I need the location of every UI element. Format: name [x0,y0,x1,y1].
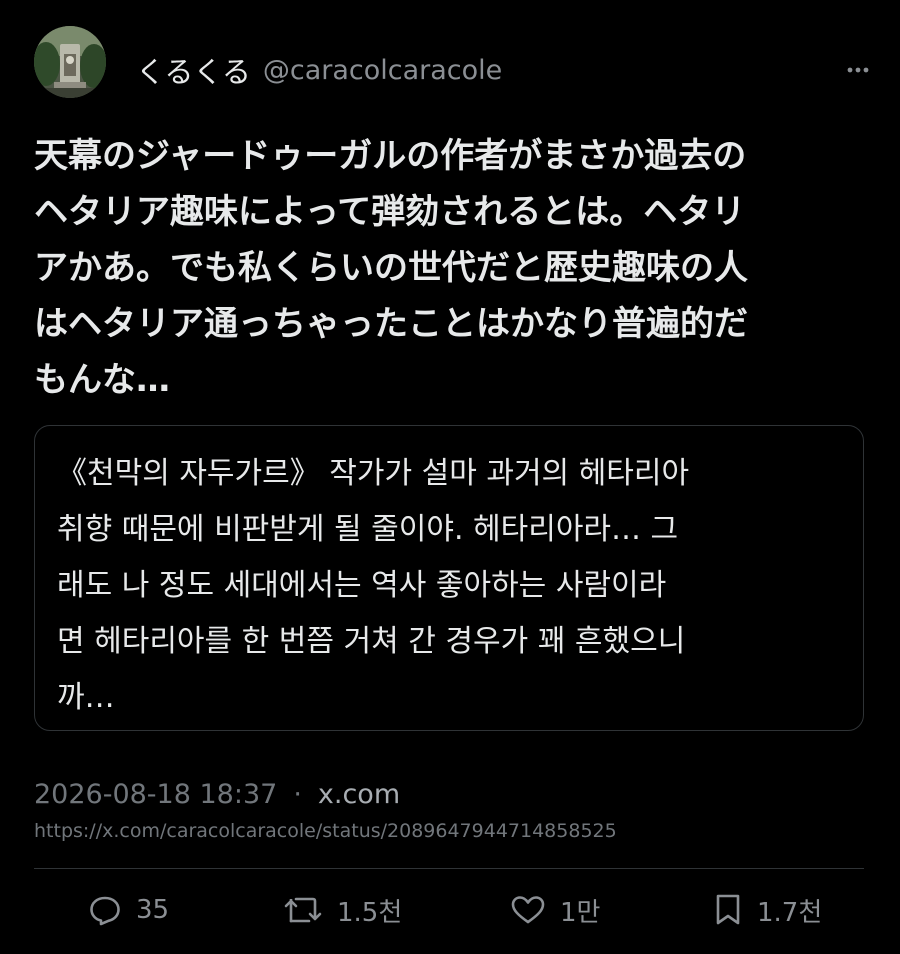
translation-text: 《천막의 자두가르》 작가가 설마 과거의 헤타리아 취향 때문에 비판받게 될… [57,456,690,715]
tweet-text: 天幕のジャードゥーガルの作者がまさか過去の ヘタリア趣味によって弾劾されるとは。… [34,136,748,400]
heart-icon [511,896,545,924]
divider [34,868,864,869]
display-name[interactable]: くるくる [136,49,251,91]
reply-count: 35 [136,895,170,925]
timestamp[interactable]: 2026-08-18 18:37 [34,779,277,810]
user-info: くるくる @caracolcaracole [136,48,502,92]
like-button[interactable]: 1만 [510,885,600,935]
bookmark-button[interactable]: 1.7천 [713,885,822,935]
source-domain[interactable]: x.com [318,779,400,810]
action-bar: 35 1.5천 1만 1.7천 [0,885,900,935]
avatar[interactable] [34,26,106,98]
retweet-count: 1.5천 [337,897,403,928]
retweet-icon [284,897,322,923]
user-handle[interactable]: @caracolcaracole [263,55,502,86]
bookmark-icon [716,894,740,925]
translation-card: 《천막의 자두가르》 작가가 설마 과거의 헤타리아 취향 때문에 비판받게 될… [34,425,864,731]
retweet-button[interactable]: 1.5천 [283,885,402,935]
avatar-image [34,26,106,98]
meta-separator: · [293,778,302,810]
like-count: 1만 [560,897,601,928]
tweet: くるくる @caracolcaracole 天幕のジャードゥーガルの作者がまさか… [0,0,900,954]
tweet-meta: 2026-08-18 18:37 · x.com [34,774,400,814]
more-options-button[interactable] [838,52,878,88]
reply-icon [90,896,120,926]
reply-button[interactable]: 35 [88,885,169,935]
more-horizontal-icon [847,67,869,73]
bookmark-count: 1.7천 [757,897,823,928]
tweet-url[interactable]: https://x.com/caracolcaracole/status/208… [34,820,617,842]
